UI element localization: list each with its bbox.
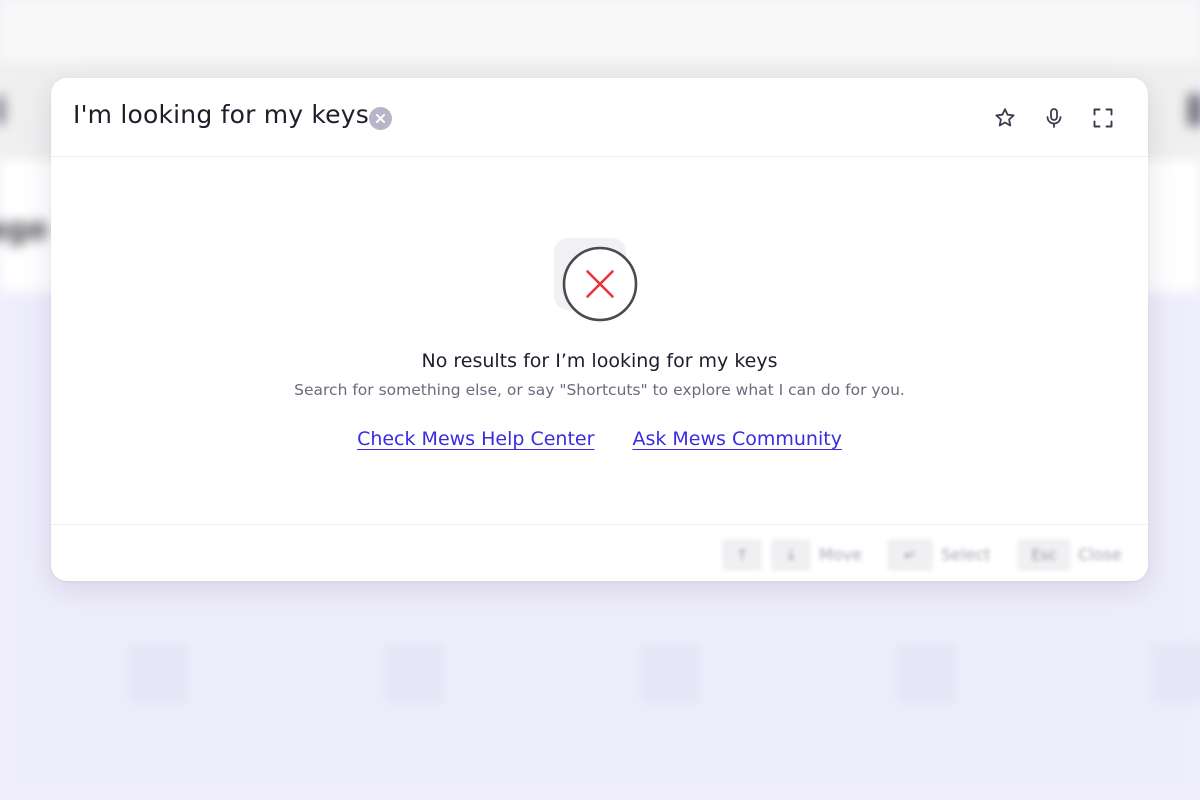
background-cell (384, 642, 446, 704)
favorite-button[interactable] (992, 105, 1018, 131)
up-key-hint: ↑ (722, 539, 762, 571)
background-cell (128, 642, 190, 704)
background-left-icon (0, 96, 4, 124)
keyboard-hints-footer: ↑ ↓ Move ↵ Select Esc Close (51, 524, 1148, 581)
search-input[interactable]: I'm looking for my keys (73, 100, 369, 129)
esc-key-hint: Esc (1017, 539, 1071, 571)
help-links: Check Mews Help Center Ask Mews Communit… (51, 428, 1148, 450)
help-center-link[interactable]: Check Mews Help Center (357, 428, 594, 450)
select-hint-label: Select (941, 545, 991, 564)
search-dialog: I'm looking for my keys No results for I… (51, 78, 1148, 581)
no-results-subtitle: Search for something else, or say "Short… (294, 381, 905, 399)
background-page-heading: age (0, 212, 49, 247)
no-results-title: No results for I’m looking for my keys (421, 350, 778, 372)
enter-key-hint: ↵ (887, 539, 933, 571)
no-results-x-icon (553, 237, 641, 325)
clear-search-button[interactable] (369, 107, 392, 130)
move-hint-label: Move (819, 545, 862, 564)
microphone-icon (1046, 108, 1062, 128)
close-hint-label: Close (1078, 545, 1122, 564)
close-circle-icon (376, 114, 385, 123)
background-cell (640, 642, 702, 704)
down-key-hint: ↓ (771, 539, 811, 571)
star-icon (995, 108, 1015, 127)
voice-search-button[interactable] (1041, 105, 1067, 131)
expand-icon (1093, 108, 1113, 128)
search-header: I'm looking for my keys (51, 78, 1148, 157)
background-topbar (0, 0, 1200, 62)
background-cell (896, 642, 958, 704)
community-link[interactable]: Ask Mews Community (632, 428, 841, 450)
background-right-icon (1188, 94, 1200, 126)
background-cell (1150, 642, 1200, 704)
fullscreen-button[interactable] (1090, 105, 1116, 131)
